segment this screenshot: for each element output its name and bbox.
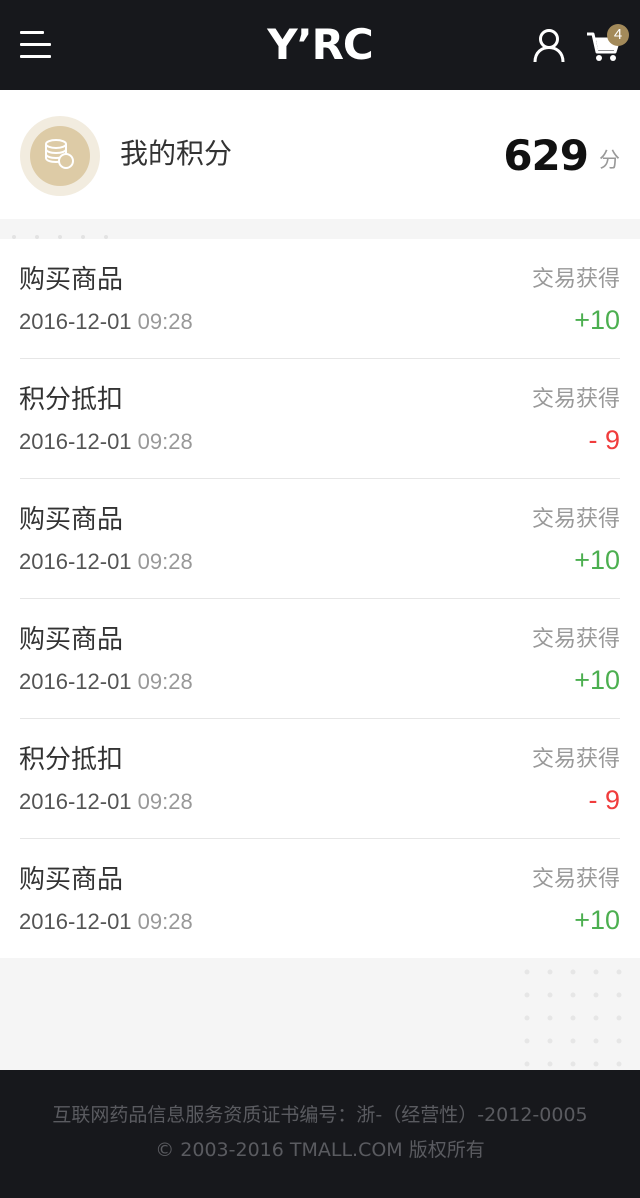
record-amount: +10 <box>574 665 620 695</box>
record-datetime: 2016-12-01 09:28 <box>19 307 193 337</box>
record-time: 09:28 <box>137 309 193 334</box>
record-time: 09:28 <box>137 789 193 814</box>
record-time: 09:28 <box>137 549 193 574</box>
record-date: 2016-12-01 <box>19 789 132 814</box>
points-value: 629 <box>503 131 589 180</box>
decorative-dots <box>12 235 108 239</box>
list-item[interactable]: 购买商品 2016-12-01 09:28 交易获得 +10 <box>0 239 640 359</box>
record-title: 购买商品 <box>19 625 124 655</box>
record-date: 2016-12-01 <box>19 429 132 454</box>
record-title: 购买商品 <box>19 265 124 295</box>
list-item[interactable]: 购买商品 2016-12-01 09:28 交易获得 +10 <box>0 839 640 959</box>
top-header: Y’RC 4 <box>0 0 640 90</box>
record-time: 09:28 <box>137 669 193 694</box>
points-avatar <box>20 116 100 196</box>
points-title: 我的积分 <box>120 137 233 170</box>
record-time: 09:28 <box>137 909 193 934</box>
points-unit: 分 <box>599 148 620 172</box>
record-date: 2016-12-01 <box>19 909 132 934</box>
points-record-list: 购买商品 2016-12-01 09:28 交易获得 +10 积分抵扣 2016-12-0… <box>0 239 640 958</box>
record-type: 交易获得 <box>531 387 620 412</box>
record-date: 2016-12-01 <box>19 669 132 694</box>
record-datetime: 2016-12-01 09:28 <box>19 907 193 937</box>
user-icon[interactable] <box>532 28 566 64</box>
record-datetime: 2016-12-01 09:28 <box>19 787 193 817</box>
record-amount: +10 <box>574 545 620 575</box>
page-footer: 互联网药品信息服务资质证书编号：浙-（经营性）-2012-0005 © 2003… <box>0 1070 640 1198</box>
record-amount: - 9 <box>588 785 620 815</box>
record-datetime: 2016-12-01 09:28 <box>19 667 193 697</box>
record-amount: +10 <box>574 905 620 935</box>
record-amount: +10 <box>574 305 620 335</box>
record-date: 2016-12-01 <box>19 549 132 574</box>
record-datetime: 2016-12-01 09:28 <box>19 547 193 577</box>
record-time: 09:28 <box>137 429 193 454</box>
list-item[interactable]: 购买商品 2016-12-01 09:28 交易获得 +10 <box>0 479 640 599</box>
list-item[interactable]: 购买商品 2016-12-01 09:28 交易获得 +10 <box>0 599 640 719</box>
list-item[interactable]: 积分抵扣 2016-12-01 09:28 交易获得 - 9 <box>0 359 640 479</box>
decorative-dots <box>524 969 622 1067</box>
record-title: 积分抵扣 <box>19 745 124 775</box>
coins-icon <box>45 139 74 169</box>
record-type: 交易获得 <box>531 867 620 892</box>
list-item[interactable]: 积分抵扣 2016-12-01 09:28 交易获得 - 9 <box>0 719 640 839</box>
record-title: 购买商品 <box>19 865 124 895</box>
record-datetime: 2016-12-01 09:28 <box>19 427 193 457</box>
license-text: 互联网药品信息服务资质证书编号：浙-（经营性）-2012-0005 <box>52 1104 588 1126</box>
cart-count-badge: 4 <box>607 24 629 46</box>
record-title: 购买商品 <box>19 505 124 535</box>
record-type: 交易获得 <box>531 507 620 532</box>
record-amount: - 9 <box>588 425 620 455</box>
points-summary: 我的积分 629 分 <box>0 90 640 219</box>
record-type: 交易获得 <box>531 627 620 652</box>
record-date: 2016-12-01 <box>19 309 132 334</box>
record-type: 交易获得 <box>531 747 620 772</box>
copyright-text: © 2003-2016 TMALL.COM 版权所有 <box>155 1139 485 1161</box>
record-type: 交易获得 <box>531 267 620 292</box>
record-title: 积分抵扣 <box>19 385 124 415</box>
